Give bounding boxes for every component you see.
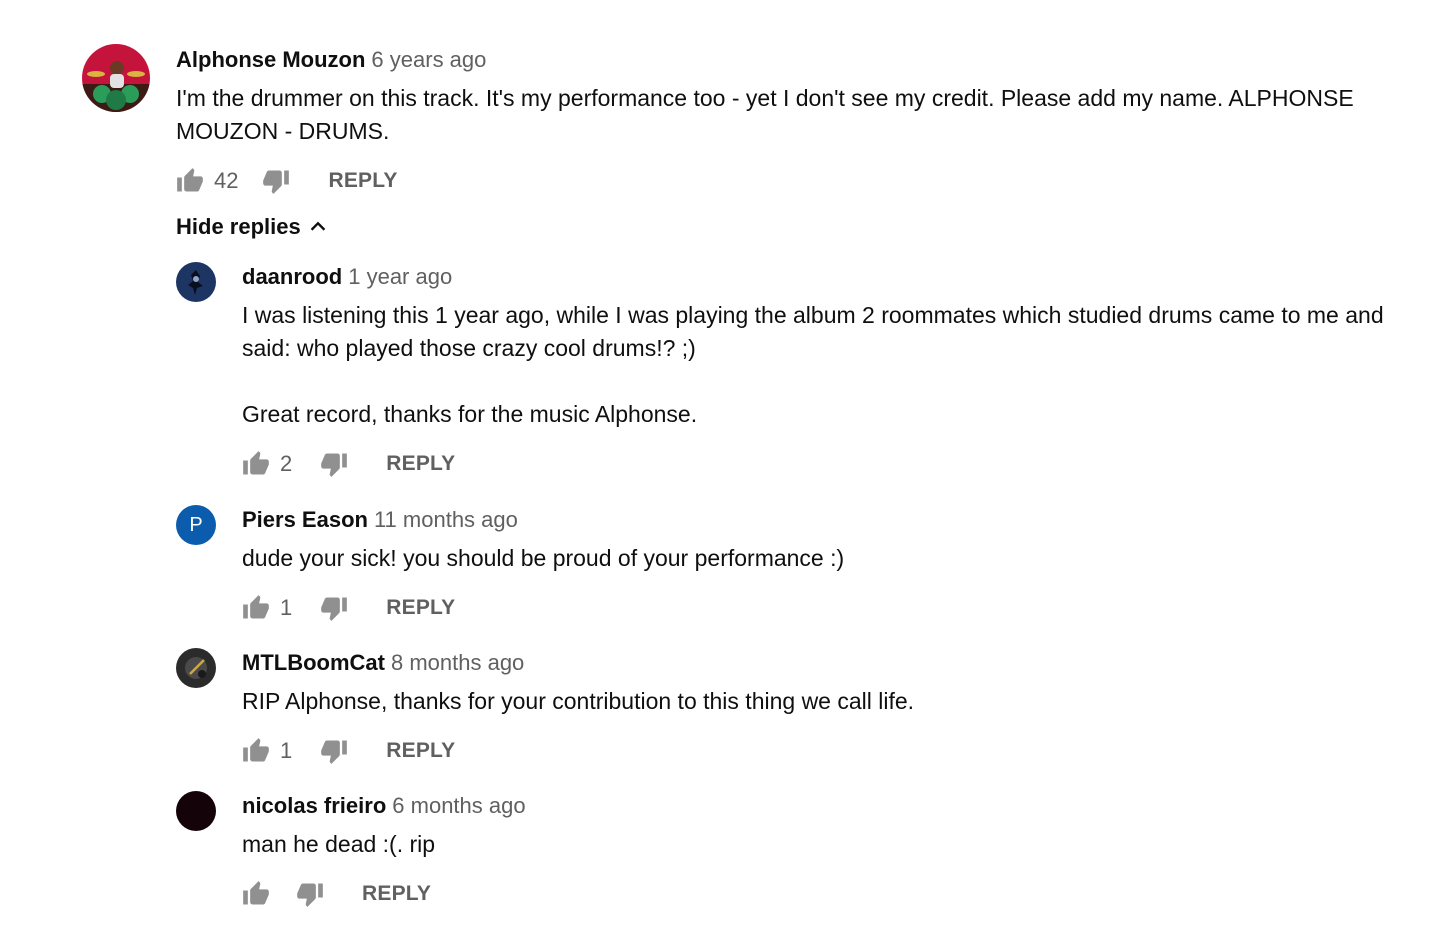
like-count: 42	[214, 168, 239, 193]
avatar-letter: P	[189, 513, 203, 536]
thumbs-down-icon	[321, 740, 348, 764]
comment-time[interactable]: 11 months ago	[374, 507, 518, 532]
comment-actions: 1 REPLY	[242, 593, 455, 623]
thumbs-up-icon	[243, 451, 269, 475]
like-button[interactable]	[242, 737, 270, 765]
comment-text: I'm the drummer on this track. It's my p…	[176, 85, 1361, 144]
thumbs-up-icon	[243, 738, 269, 762]
comment-time[interactable]: 6 years ago	[371, 47, 486, 72]
like-button[interactable]	[242, 880, 270, 908]
avatar[interactable]	[82, 44, 150, 112]
avatar[interactable]	[176, 262, 216, 302]
thumbs-up-icon	[243, 881, 269, 905]
comment-author[interactable]: Piers Eason	[242, 507, 368, 532]
dislike-button[interactable]	[320, 450, 348, 478]
hide-replies-label: Hide replies	[176, 214, 301, 239]
reply-button[interactable]: REPLY	[362, 882, 431, 906]
comment-author[interactable]: daanrood	[242, 264, 342, 289]
thumbs-up-icon	[243, 595, 269, 619]
thumbs-down-icon	[263, 170, 290, 194]
like-count: 2	[280, 451, 293, 476]
comment-actions: 1 REPLY	[242, 736, 455, 766]
dislike-button[interactable]	[320, 594, 348, 622]
comment-actions: 2 REPLY	[242, 449, 455, 479]
reply-button[interactable]: REPLY	[386, 596, 455, 620]
avatar-image-icon	[176, 648, 216, 688]
comment-author[interactable]: Alphonse Mouzon	[176, 47, 365, 72]
comment-actions: 42 REPLY	[176, 166, 398, 196]
avatar[interactable]	[176, 648, 216, 688]
reply-button[interactable]: REPLY	[328, 169, 397, 193]
thumbs-up-icon	[177, 168, 203, 192]
dislike-button[interactable]	[320, 737, 348, 765]
hide-replies-button[interactable]: Hide replies	[176, 214, 329, 240]
chevron-up-icon	[310, 221, 325, 231]
like-button[interactable]	[242, 594, 270, 622]
like-button[interactable]	[242, 450, 270, 478]
dislike-button[interactable]	[262, 167, 290, 195]
comment-text: dude your sick! you should be proud of y…	[242, 545, 845, 571]
like-count: 1	[280, 738, 293, 763]
reply-button[interactable]: REPLY	[386, 452, 455, 476]
thumbs-down-icon	[297, 883, 323, 907]
like-button[interactable]	[176, 167, 204, 195]
comment-time[interactable]: 1 year ago	[348, 264, 452, 289]
dislike-button[interactable]	[296, 880, 324, 908]
comment-author[interactable]: MTLBoomCat	[242, 650, 385, 675]
comment-author[interactable]: nicolas frieiro	[242, 793, 386, 818]
avatar-image-icon	[176, 262, 216, 302]
drummer-photo-icon	[82, 44, 150, 112]
thumbs-down-icon	[321, 453, 348, 477]
comment-actions: REPLY	[242, 879, 431, 909]
avatar[interactable]	[176, 791, 216, 831]
comment-time[interactable]: 8 months ago	[391, 650, 524, 675]
comment-text: I was listening this 1 year ago, while I…	[242, 302, 1384, 427]
comment-text: man he dead :(. rip	[242, 831, 436, 857]
like-count: 1	[280, 595, 293, 620]
comment-time[interactable]: 6 months ago	[392, 793, 525, 818]
thumbs-down-icon	[321, 597, 348, 621]
avatar[interactable]: P	[176, 505, 216, 545]
comment-text: RIP Alphonse, thanks for your contributi…	[242, 688, 915, 714]
reply-button[interactable]: REPLY	[386, 739, 455, 763]
